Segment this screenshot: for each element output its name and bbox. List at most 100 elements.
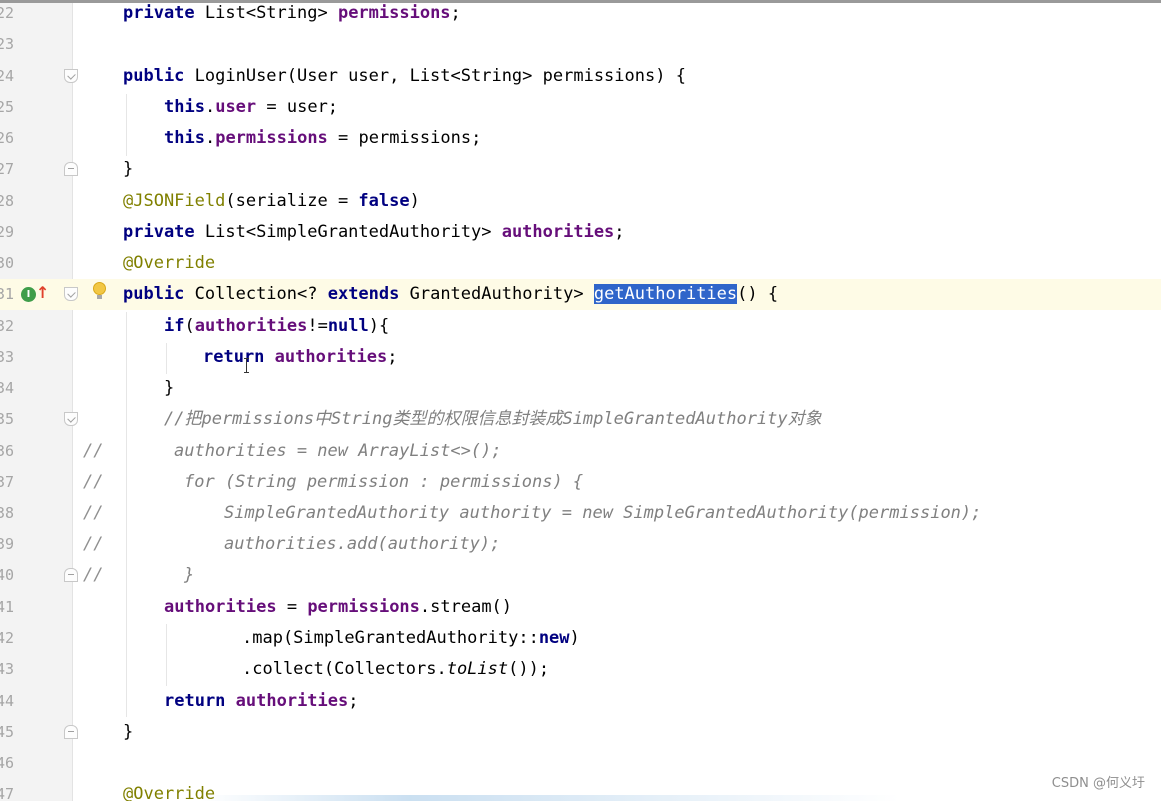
code-text[interactable]: @JSONField(serialize = false) — [123, 186, 420, 217]
code-line-37[interactable]: 37 // for (String permission : permissio… — [0, 467, 1161, 498]
punct-token: () { — [737, 284, 779, 304]
code-text[interactable]: } — [123, 717, 133, 748]
type-token: Collection<? — [194, 284, 328, 304]
operator-token: != — [307, 316, 328, 336]
method-call-token: .map(SimpleGrantedAuthority:: — [242, 628, 539, 648]
code-text[interactable]: this.user = user; — [164, 92, 338, 123]
code-line-23[interactable]: 23 — [0, 29, 1161, 60]
field-token: authorities — [501, 222, 615, 242]
code-line-44[interactable]: 44 return authorities; — [0, 686, 1161, 717]
code-line-29[interactable]: 29 private List<SimpleGrantedAuthority> … — [0, 217, 1161, 248]
field-token: permissions — [215, 128, 328, 148]
code-text[interactable]: public LoginUser(User user, List<String>… — [123, 61, 686, 92]
line-number: 26 — [0, 129, 14, 147]
code-line-45[interactable]: 45 } — [0, 717, 1161, 748]
code-text[interactable]: } — [123, 154, 133, 185]
fold-end-icon[interactable] — [64, 568, 78, 582]
code-line-30[interactable]: 30 @Override — [0, 248, 1161, 279]
line-comment-marker: // — [83, 503, 104, 523]
punct-token: ; — [387, 347, 398, 367]
code-text[interactable]: private List<String> permissions; — [123, 0, 461, 29]
line-number: 33 — [0, 348, 14, 366]
fold-end-icon[interactable] — [64, 162, 78, 176]
code-text[interactable]: if(authorities!=null){ — [164, 311, 389, 342]
punct-token: ){ — [368, 316, 390, 336]
code-line-39[interactable]: 39 // authorities.add(authority); — [0, 529, 1161, 560]
code-line-28[interactable]: 28 @JSONField(serialize = false) — [0, 186, 1161, 217]
code-line-25[interactable]: 25 this.user = user; — [0, 92, 1161, 123]
fold-collapse-icon[interactable] — [64, 69, 78, 83]
field-token: permissions — [337, 3, 451, 23]
code-editor[interactable]: 22 private List<String> permissions; 23 … — [0, 0, 1161, 801]
field-token: authorities — [194, 316, 308, 336]
code-line-34[interactable]: 34 } — [0, 373, 1161, 404]
keyword-token: return — [203, 347, 275, 367]
code-line-33[interactable]: 33 return authorities; — [0, 342, 1161, 373]
code-line-36[interactable]: 36 // authorities = new ArrayList<>(); — [0, 436, 1161, 467]
selected-method-name[interactable]: getAuthorities — [593, 284, 738, 304]
fold-collapse-icon[interactable] — [64, 412, 78, 426]
code-line-46[interactable]: 46 — [0, 748, 1161, 779]
code-line-26[interactable]: 26 this.permissions = permissions; — [0, 123, 1161, 154]
comment-text[interactable]: authorities = new ArrayList<>(); — [174, 436, 502, 467]
comment-text[interactable]: } — [184, 560, 194, 591]
comment-text[interactable]: //把permissions中String类型的权限信息封装成SimpleGra… — [164, 404, 822, 435]
code-text[interactable]: return authorities; — [164, 686, 359, 717]
override-arrow-icon[interactable]: ↑ — [36, 283, 49, 303]
code-line-35[interactable]: 35 //把permissions中String类型的权限信息封装成Simple… — [0, 404, 1161, 435]
code-line-24[interactable]: 24 public LoginUser(User user, List<Stri… — [0, 61, 1161, 92]
keyword-token: false — [358, 191, 410, 211]
keyword-token: this — [164, 128, 205, 148]
code-text[interactable]: } — [164, 373, 174, 404]
code-text[interactable]: authorities = permissions.stream() — [164, 592, 512, 623]
fold-collapse-icon[interactable] — [64, 287, 78, 301]
code-line-22[interactable]: 22 private List<String> permissions; — [0, 0, 1161, 29]
annotation-token[interactable]: @Override — [123, 248, 215, 279]
implements-method-icon[interactable]: I — [21, 287, 36, 302]
punct-token: ; — [348, 691, 359, 711]
text-cursor-icon — [244, 358, 250, 373]
code-text[interactable]: this.permissions = permissions; — [164, 123, 481, 154]
punct-token: . — [204, 128, 216, 148]
code-token: = permissions; — [327, 128, 482, 148]
code-line-41[interactable]: 41 authorities = permissions.stream() — [0, 592, 1161, 623]
punct-token: ()); — [508, 659, 550, 679]
code-line-40[interactable]: 40 // } — [0, 560, 1161, 591]
field-token: user — [215, 97, 257, 117]
field-token: authorities — [235, 691, 349, 711]
line-number: 37 — [0, 473, 14, 491]
method-call-token: .stream() — [419, 597, 513, 617]
code-line-42[interactable]: 42 .map(SimpleGrantedAuthority::new) — [0, 623, 1161, 654]
code-token: (serialize = — [225, 191, 359, 211]
keyword-token: extends — [327, 284, 410, 304]
code-text[interactable]: return authorities; — [203, 342, 398, 373]
operator-token: = — [276, 597, 308, 617]
code-line-27[interactable]: 27 } — [0, 154, 1161, 185]
line-number: 40 — [0, 566, 14, 584]
line-number: 35 — [0, 410, 14, 428]
bottom-decoration — [200, 795, 900, 801]
keyword-token: null — [327, 316, 369, 336]
line-number: 36 — [0, 442, 14, 460]
code-line-43[interactable]: 43 .collect(Collectors.toList()); — [0, 654, 1161, 685]
code-text[interactable]: private List<SimpleGrantedAuthority> aut… — [123, 217, 625, 248]
code-line-38[interactable]: 38 // SimpleGrantedAuthority authority =… — [0, 498, 1161, 529]
fold-end-icon[interactable] — [64, 725, 78, 739]
punct-token: ) — [409, 191, 420, 211]
lightbulb-icon[interactable] — [93, 282, 106, 299]
code-line-32[interactable]: 32 if(authorities!=null){ — [0, 311, 1161, 342]
code-text[interactable]: public Collection<? extends GrantedAutho… — [123, 279, 778, 310]
punct-token: ( — [184, 316, 195, 336]
keyword-token: public — [123, 284, 195, 304]
punct-token: ; — [450, 3, 461, 23]
keyword-token: this — [164, 97, 205, 117]
keyword-token: return — [164, 691, 236, 711]
code-text[interactable]: .collect(Collectors.toList()); — [242, 654, 549, 685]
comment-text[interactable]: for (String permission : permissions) { — [184, 467, 583, 498]
code-text[interactable]: .map(SimpleGrantedAuthority::new) — [242, 623, 580, 654]
line-number: 31 — [0, 285, 14, 303]
line-number: 23 — [0, 35, 14, 53]
comment-text[interactable]: authorities.add(authority); — [224, 529, 500, 560]
code-line-31[interactable]: 31 I ↑ public Collection<? extends Grant… — [0, 279, 1161, 310]
comment-text[interactable]: SimpleGrantedAuthority authority = new S… — [224, 498, 981, 529]
